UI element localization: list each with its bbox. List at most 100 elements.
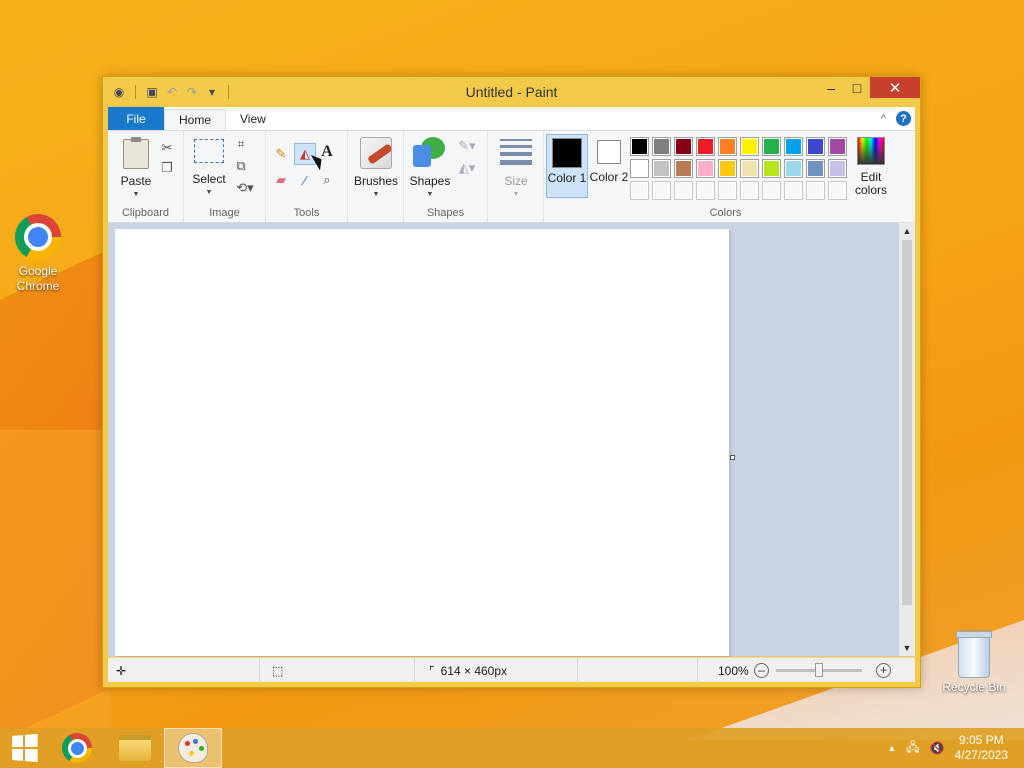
shapes-group: Shapes ▼ ✎▾ ◭▾ Shapes [404, 131, 488, 222]
select-button[interactable]: Select ▼ [190, 139, 228, 199]
undo-icon[interactable]: ↶ [164, 84, 180, 100]
palette-color-swatch[interactable] [806, 181, 825, 200]
file-menu-button[interactable]: File [108, 107, 164, 130]
ribbon-tabs: File Home View ^ ? [108, 107, 915, 131]
palette-color-swatch[interactable] [630, 181, 649, 200]
chevron-down-icon: ▼ [512, 191, 520, 198]
clock-date: 4/27/2023 [954, 748, 1008, 762]
outline-icon[interactable]: ✎▾ [454, 137, 480, 155]
palette-color-swatch[interactable] [784, 137, 803, 156]
maximize-button[interactable]: □ [844, 77, 870, 98]
palette-color-swatch[interactable] [740, 159, 759, 178]
collapse-ribbon-icon[interactable]: ^ [881, 113, 886, 125]
zoom-out-icon[interactable]: – [754, 663, 769, 678]
paint-palette-icon [178, 733, 208, 763]
palette-color-swatch[interactable] [762, 181, 781, 200]
rotate-icon[interactable]: ⟲▾ [232, 179, 258, 197]
group-label: Tools [293, 207, 320, 219]
help-icon[interactable]: ? [896, 111, 911, 126]
chevron-down-icon: ▼ [205, 189, 213, 196]
taskbar-paint[interactable] [164, 728, 222, 768]
scroll-up-icon[interactable]: ▲ [899, 223, 915, 239]
magnifier-icon[interactable]: ⌕ [318, 171, 336, 189]
paint-window: ◉ ▣ ↶ ↷ ▾ Untitled - Paint – □ ✕ File Ho… [102, 76, 921, 688]
image-group: Select ▼ ⌗ ⧉ ⟲▾ Image [184, 131, 266, 222]
palette-color-swatch[interactable] [784, 159, 803, 178]
desktop-icon-label: Recycle Bin [942, 680, 1006, 694]
resize-icon[interactable]: ⧉ [232, 157, 250, 175]
palette-color-swatch[interactable] [696, 159, 715, 178]
brushes-button[interactable]: Brushes ▼ [352, 137, 400, 201]
title-bar[interactable]: ◉ ▣ ↶ ↷ ▾ Untitled - Paint – □ ✕ [103, 77, 920, 107]
palette-color-swatch[interactable] [806, 137, 825, 156]
tools-group: ✎ ◭ A ▰ ⁄ ⌕ Tools [266, 131, 348, 222]
palette-color-swatch[interactable] [762, 159, 781, 178]
volume-muted-icon[interactable]: 🔇 [930, 741, 945, 755]
zoom-slider-thumb[interactable] [815, 663, 823, 677]
color1-button[interactable]: Color 1 [546, 134, 588, 198]
palette-color-swatch[interactable] [674, 137, 693, 156]
zoom-level: 100% [718, 664, 749, 678]
show-hidden-icons-icon[interactable]: ▲ [887, 743, 896, 753]
select-icon [194, 139, 224, 163]
palette-color-swatch[interactable] [718, 159, 737, 178]
palette-color-swatch[interactable] [784, 181, 803, 200]
shapes-button[interactable]: Shapes ▼ [408, 137, 452, 201]
palette-color-swatch[interactable] [740, 137, 759, 156]
clock[interactable]: 9:05 PM 4/27/2023 [955, 733, 1008, 763]
desktop-icon-recycle-bin[interactable]: Recycle Bin [936, 631, 1012, 695]
palette-color-swatch[interactable] [674, 159, 693, 178]
edit-colors-button[interactable]: Edit colors [850, 137, 892, 197]
close-button[interactable]: ✕ [870, 77, 920, 98]
vertical-scrollbar[interactable]: ▲ ▼ [899, 223, 915, 656]
palette-color-swatch[interactable] [696, 137, 715, 156]
palette-color-swatch[interactable] [630, 159, 649, 178]
palette-color-swatch[interactable] [696, 181, 715, 200]
fill-icon[interactable]: ◭▾ [454, 159, 480, 177]
redo-icon[interactable]: ↷ [184, 84, 200, 100]
image-size-text: 614 × 460px [440, 663, 508, 678]
palette-color-swatch[interactable] [828, 159, 847, 178]
palette-color-swatch[interactable] [828, 181, 847, 200]
palette-color-swatch[interactable] [806, 159, 825, 178]
tab-home[interactable]: Home [164, 109, 227, 130]
network-icon[interactable]: 🖧 [906, 738, 919, 759]
minimize-button[interactable]: – [818, 77, 844, 98]
palette-color-swatch[interactable] [828, 137, 847, 156]
window-controls: – □ ✕ [818, 77, 920, 98]
palette-color-swatch[interactable] [740, 181, 759, 200]
scroll-thumb[interactable] [902, 240, 912, 605]
color2-button[interactable]: Color 2 [588, 134, 630, 198]
windows-logo-icon [12, 734, 38, 762]
palette-color-swatch[interactable] [652, 181, 671, 200]
divider [228, 85, 229, 99]
color-palette [630, 137, 847, 200]
scroll-down-icon[interactable]: ▼ [899, 640, 915, 656]
zoom-in-icon[interactable]: + [876, 663, 891, 678]
resize-handle[interactable] [730, 455, 735, 460]
drawing-canvas[interactable] [115, 229, 729, 656]
palette-color-swatch[interactable] [652, 137, 671, 156]
palette-color-swatch[interactable] [630, 137, 649, 156]
save-icon[interactable]: ▣ [144, 84, 160, 100]
paint-app-icon[interactable]: ◉ [111, 84, 127, 100]
palette-color-swatch[interactable] [718, 181, 737, 200]
palette-color-swatch[interactable] [652, 159, 671, 178]
desktop-icon-chrome[interactable]: Google Chrome [0, 214, 76, 294]
crop-icon[interactable]: ⌗ [232, 135, 250, 153]
taskbar-file-explorer[interactable] [106, 728, 164, 768]
pencil-icon[interactable]: ✎ [272, 145, 290, 163]
palette-color-swatch[interactable] [674, 181, 693, 200]
eraser-icon[interactable]: ▰ [272, 171, 290, 189]
tab-view[interactable]: View [226, 107, 280, 130]
paste-button[interactable]: Paste ▼ [114, 137, 158, 201]
size-button[interactable]: Size ▼ [494, 139, 538, 201]
start-button[interactable] [0, 728, 48, 768]
customize-qat-icon[interactable]: ▾ [204, 84, 220, 100]
copy-icon[interactable]: ❐ [158, 159, 176, 177]
taskbar-chrome[interactable] [48, 728, 106, 768]
scissors-icon[interactable]: ✂ [158, 139, 176, 157]
palette-color-swatch[interactable] [718, 137, 737, 156]
palette-color-swatch[interactable] [762, 137, 781, 156]
color-picker-icon[interactable]: ⁄ [296, 171, 314, 189]
